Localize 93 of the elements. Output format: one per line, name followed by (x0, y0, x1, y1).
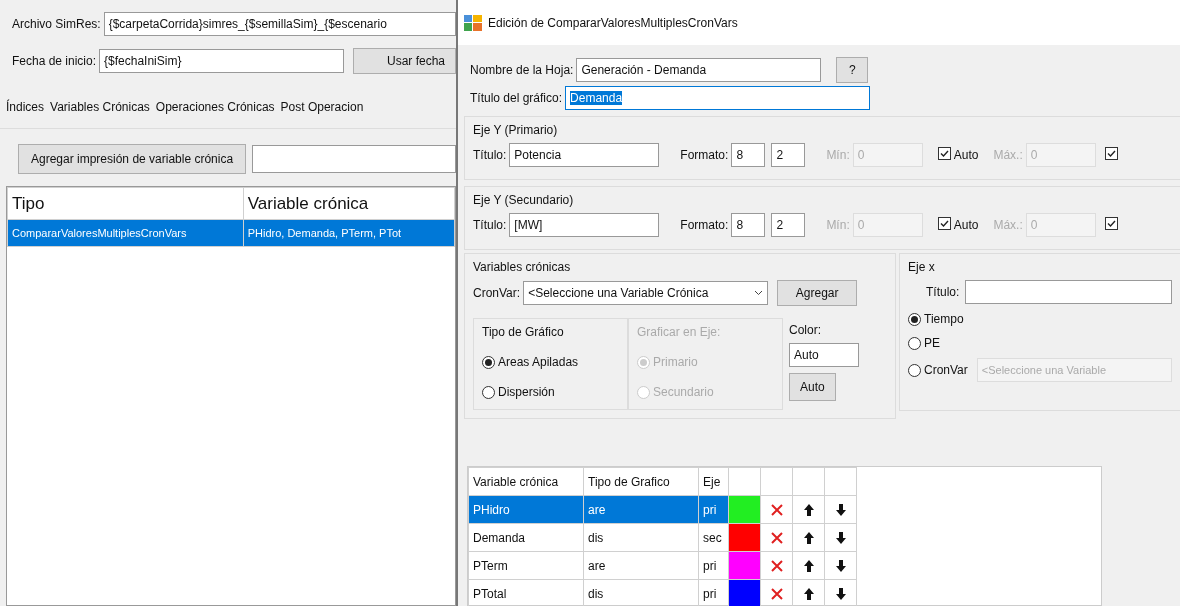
add-button[interactable]: Agregar impresión de variable crónica (18, 144, 247, 174)
tab[interactable]: Índices (6, 98, 45, 116)
arrow-down-icon[interactable] (834, 531, 847, 546)
tab[interactable]: Operaciones Crónicas (155, 98, 275, 116)
number-field[interactable]: 8 (731, 213, 766, 237)
radio-button[interactable] (908, 312, 921, 326)
group-title: Tipo de Gráfico (482, 324, 565, 341)
text-field[interactable]: [MW] (509, 213, 660, 237)
field-label: Fecha de inicio: (12, 53, 97, 70)
table-cell[interactable]: PTerm (468, 551, 584, 580)
radio-label: PE (924, 335, 940, 352)
table-cell[interactable]: sec (698, 523, 729, 552)
delete-icon[interactable] (769, 531, 784, 546)
arrow-down-icon[interactable] (834, 559, 847, 574)
group-title: Eje Y (Secundario) (473, 192, 575, 209)
text-field[interactable]: Demanda (565, 86, 871, 110)
dropdown[interactable]: <Seleccione una Variable Crónica (523, 281, 769, 305)
help-button[interactable]: ? (836, 57, 869, 83)
text-field[interactable]: Auto (789, 343, 859, 367)
table-cell[interactable]: PHidro (468, 495, 584, 524)
text-field[interactable] (965, 280, 1172, 304)
number-field[interactable]: 2 (771, 213, 806, 237)
radio-button[interactable] (908, 363, 921, 377)
radio-label: Primario (653, 354, 698, 371)
group-title: Color: (789, 322, 822, 339)
text-field[interactable] (252, 145, 456, 173)
field-label: CronVar: (473, 285, 521, 302)
column-header: Tipo (7, 187, 244, 220)
column-header: Variable crónica (468, 467, 584, 496)
field-label: Formato: (680, 217, 729, 234)
text-field[interactable]: Generación - Demanda (576, 58, 822, 82)
radio-label: Tiempo (924, 311, 964, 328)
text-field[interactable]: Potencia (509, 143, 660, 167)
radio-button[interactable] (482, 355, 495, 369)
caret-icon (754, 290, 764, 296)
radio-label: CronVar (924, 362, 968, 379)
delete-icon[interactable] (769, 503, 784, 518)
group-title: Eje x (908, 259, 936, 276)
arrow-up-icon[interactable] (802, 587, 815, 602)
checkbox[interactable] (937, 147, 951, 160)
window-title: Edición de CompararValoresMultiplesCronVars (488, 14, 738, 32)
column-header: Tipo de Grafico (583, 467, 699, 496)
group-title: Eje Y (Primario) (473, 122, 559, 139)
field-label: Título: (473, 147, 507, 164)
arrow-up-icon[interactable] (802, 559, 815, 574)
column-header: Eje (698, 467, 729, 496)
delete-icon[interactable] (769, 559, 784, 574)
field-label: Mín: (826, 217, 850, 234)
number-field[interactable]: 2 (771, 143, 806, 167)
field-label: Título del gráfico: (470, 90, 563, 107)
text-field[interactable]: {$carpetaCorrida}simres_{$semillaSim}_{$escenario (103, 12, 456, 36)
field-label: Nombre de la Hoja: (470, 62, 574, 79)
checkbox[interactable] (1104, 217, 1118, 230)
delete-icon[interactable] (769, 587, 784, 602)
checkbox[interactable] (937, 217, 951, 230)
action-button[interactable]: Usar fecha (353, 48, 456, 74)
table-cell[interactable]: pri (698, 551, 729, 580)
arrow-up-icon[interactable] (802, 503, 815, 518)
field-label: Título: (926, 284, 960, 301)
checkbox[interactable] (1104, 147, 1118, 160)
arrow-up-icon[interactable] (802, 531, 815, 546)
color-button[interactable]: Auto (789, 373, 836, 401)
checkbox-label: Auto (953, 217, 979, 234)
radio-button[interactable] (908, 336, 921, 350)
table-cell[interactable]: CompararValoresMultiplesCronVars (7, 219, 244, 247)
field-label: Máx.: (993, 217, 1023, 234)
radio-label: Secundario (653, 384, 714, 401)
radio-label: Areas Apiladas (498, 354, 579, 371)
tab[interactable]: Variables Crónicas (50, 98, 150, 116)
field-label: Archivo SimRes: (12, 16, 101, 33)
field-label: Título: (473, 217, 507, 234)
checkbox-label: Auto (953, 147, 979, 164)
number-field[interactable]: 8 (731, 143, 766, 167)
radio-label: Dispersión (498, 384, 555, 401)
group-title: Variables crónicas (473, 259, 572, 276)
add-button[interactable]: Agregar (777, 280, 858, 306)
tab[interactable]: Post Operacion (280, 98, 364, 116)
arrow-down-icon[interactable] (834, 587, 847, 602)
field-label: Máx.: (993, 147, 1023, 164)
table-cell[interactable]: Demanda (468, 523, 584, 552)
field-label: Formato: (680, 147, 729, 164)
table-cell[interactable]: dis (583, 523, 699, 552)
table-cell[interactable]: are (583, 551, 699, 580)
column-header: Variable crónica (243, 187, 455, 220)
table-cell[interactable]: PTotal (468, 579, 584, 606)
table-cell[interactable]: are (583, 495, 699, 524)
group-title: Graficar en Eje: (637, 324, 722, 341)
field-label: Mín: (826, 147, 850, 164)
radio-button[interactable] (482, 385, 495, 399)
table-cell[interactable]: PHidro, Demanda, PTerm, PTot (243, 219, 455, 247)
text-field[interactable]: {$fechaIniSim} (99, 49, 345, 73)
arrow-down-icon[interactable] (834, 503, 847, 518)
app-icon (464, 14, 482, 31)
